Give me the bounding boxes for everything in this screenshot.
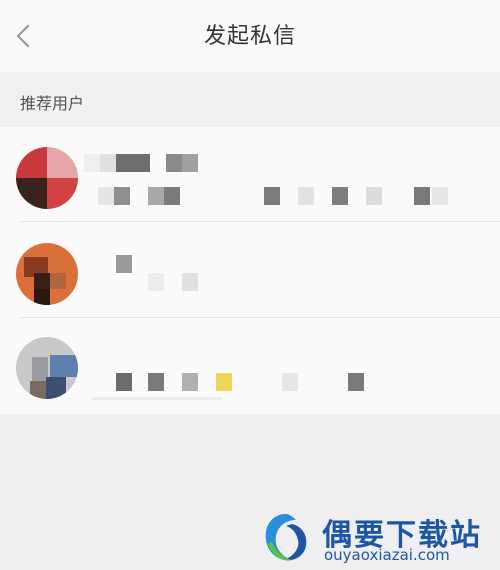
avatar-pixel [47, 178, 78, 209]
user-bio-blurred [92, 397, 476, 401]
section-header: 推荐用户 [0, 72, 500, 127]
avatar-pixel [47, 147, 78, 178]
user-row-3[interactable] [0, 319, 500, 414]
user-name-blurred [96, 255, 476, 275]
user-name-blurred [96, 373, 476, 393]
avatar[interactable] [16, 147, 78, 209]
watermark-url: ouyaoxiazai.com [324, 546, 450, 564]
user-name-blurred [84, 154, 476, 174]
avatar-pixel [16, 178, 47, 209]
top-nav-bar: 发起私信 [0, 0, 500, 72]
section-title-recommended-users: 推荐用户 [20, 94, 85, 113]
avatar[interactable] [16, 243, 78, 305]
ouyao-logo-icon [265, 514, 307, 561]
avatar[interactable] [16, 337, 78, 399]
site-watermark: 偶要下载站 ouyaoxiazai.com [256, 506, 500, 570]
avatar-pixel [16, 147, 47, 178]
avatar-pixel [50, 355, 78, 377]
page-title: 发起私信 [203, 24, 296, 49]
recommended-user-list [0, 127, 500, 414]
user-row-2[interactable] [0, 223, 500, 318]
avatar-pixel [34, 289, 50, 305]
avatar-pixel [46, 377, 66, 399]
row-divider [20, 221, 500, 222]
user-row-1[interactable] [0, 127, 500, 222]
user-bio-blurred [96, 273, 476, 293]
avatar-pixel [30, 381, 46, 399]
avatar-pixel [50, 273, 66, 289]
avatar-pixel [34, 273, 50, 289]
user-bio-blurred [96, 187, 476, 207]
row-divider [20, 317, 500, 318]
